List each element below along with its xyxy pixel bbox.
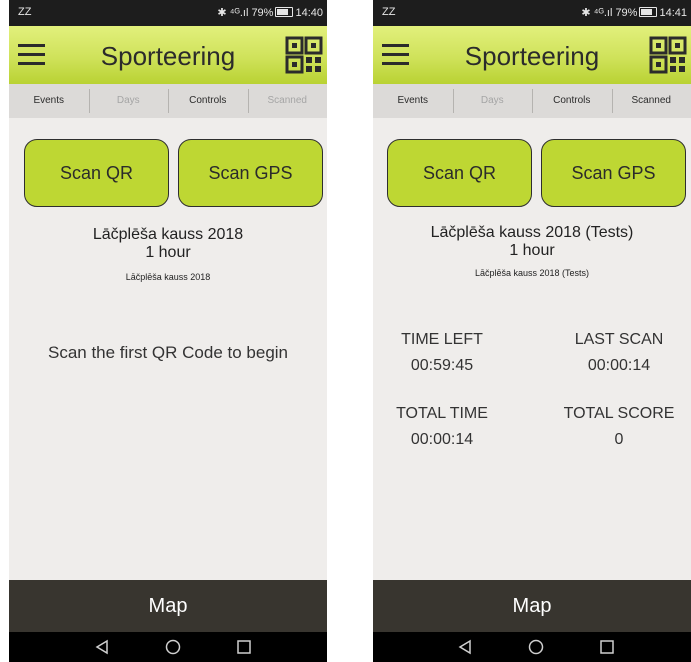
event-title: Lāčplēša kauss 2018	[92, 226, 244, 243]
status-indicators: ✱ ⁴ᴳ.ıl 79% 14:41	[581, 6, 687, 19]
app-title: Sporteering	[100, 41, 236, 71]
android-nav-bar	[9, 632, 327, 662]
last-scan-label: LAST SCAN	[574, 331, 664, 348]
tab-days[interactable]: Days	[453, 84, 533, 118]
app-title: Sporteering	[464, 41, 600, 71]
tab-divider	[88, 89, 90, 113]
phone-screen-right: ZZ ✱ ⁴ᴳ.ıl 79% 14:41 Sporteering Events Da…	[373, 0, 691, 662]
qr-code-icon[interactable]	[649, 36, 687, 74]
scan-gps-button[interactable]: Scan GPS	[178, 139, 323, 207]
tab-scanned[interactable]: Scanned	[612, 84, 691, 118]
carrier-label: ZZ	[18, 6, 32, 18]
battery-percent: 79%	[615, 7, 638, 19]
android-nav-bar	[373, 632, 691, 662]
recents-icon[interactable]	[235, 639, 253, 655]
total-score-value: 0	[614, 431, 624, 448]
app-bar: Sporteering	[9, 26, 327, 84]
event-subtitle: Lāčplēša kauss 2018	[125, 272, 211, 282]
time-left-value: 00:59:45	[410, 357, 474, 374]
status-bar: ZZ ✱ ⁴ᴳ.ıl 79% 14:41	[373, 0, 691, 26]
total-score-label: TOTAL SCORE	[563, 405, 675, 422]
event-subtitle: Lāčplēša kauss 2018 (Tests)	[474, 268, 590, 278]
total-time-label: TOTAL TIME	[396, 405, 488, 422]
battery-icon	[275, 7, 294, 17]
clock: 14:41	[659, 7, 687, 19]
back-icon[interactable]	[93, 639, 111, 655]
tab-bar: Events Days Controls Scanned	[373, 84, 691, 118]
tab-scanned[interactable]: Scanned	[248, 84, 328, 118]
tab-days[interactable]: Days	[89, 84, 169, 118]
tab-divider	[532, 89, 533, 113]
recents-icon[interactable]	[598, 639, 616, 655]
time-left-label: TIME LEFT	[401, 331, 483, 348]
map-button[interactable]: Map	[373, 580, 691, 632]
phone-screen-left: ZZ ✱ ⁴ᴳ.ıl 79% 14:40 Sporteering Events Da…	[9, 0, 327, 662]
tab-bar: Events Days Controls Scanned	[9, 84, 327, 118]
total-time-value: 00:00:14	[410, 431, 474, 448]
battery-percent: 79%	[251, 7, 274, 19]
last-scan-value: 00:00:14	[587, 357, 651, 374]
event-title: Lāčplēša kauss 2018 (Tests)	[430, 224, 634, 241]
tab-divider	[611, 89, 613, 113]
scan-qr-button[interactable]: Scan QR	[24, 139, 169, 207]
status-bar: ZZ ✱ ⁴ᴳ.ıl 79% 14:40	[9, 0, 327, 26]
scan-instruction: Scan the first QR Code to begin	[47, 343, 289, 362]
scan-qr-button[interactable]: Scan QR	[387, 139, 532, 207]
tab-divider	[168, 89, 169, 113]
signal-icon: ✱ ⁴ᴳ.ıl	[217, 7, 249, 19]
tab-events[interactable]: Events	[373, 84, 453, 118]
app-bar: Sporteering	[373, 26, 691, 84]
tab-events[interactable]: Events	[9, 84, 89, 118]
carrier-label: ZZ	[382, 6, 396, 18]
tab-controls[interactable]: Controls	[532, 84, 612, 118]
map-button[interactable]: Map	[9, 580, 327, 632]
battery-icon	[639, 7, 658, 17]
status-indicators: ✱ ⁴ᴳ.ıl 79% 14:40	[217, 6, 323, 19]
back-icon[interactable]	[456, 639, 474, 655]
event-duration: 1 hour	[509, 242, 555, 259]
home-icon[interactable]	[164, 639, 182, 655]
home-icon[interactable]	[527, 639, 545, 655]
qr-code-icon[interactable]	[285, 36, 323, 74]
tab-controls[interactable]: Controls	[168, 84, 248, 118]
tab-divider	[247, 89, 249, 113]
scan-gps-button[interactable]: Scan GPS	[541, 139, 686, 207]
event-duration: 1 hour	[145, 244, 191, 261]
tab-divider	[452, 89, 454, 113]
signal-icon: ✱ ⁴ᴳ.ıl	[581, 7, 613, 19]
clock: 14:40	[295, 7, 323, 19]
